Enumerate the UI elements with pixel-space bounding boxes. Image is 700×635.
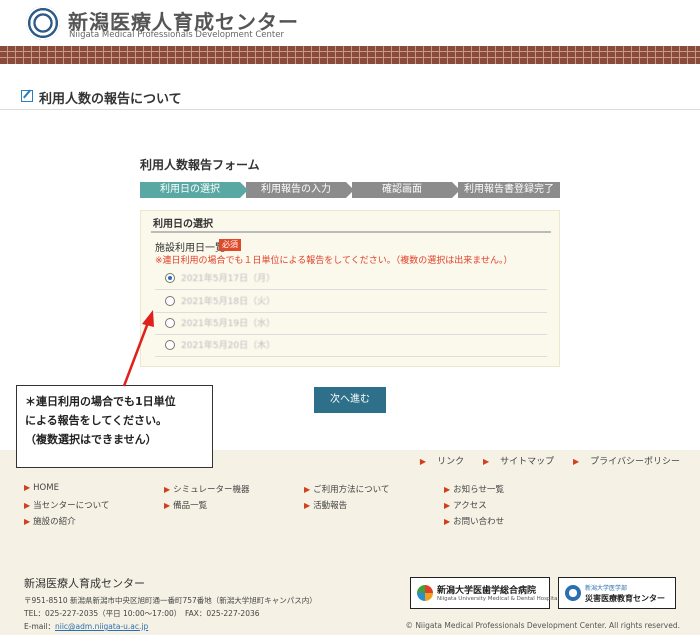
nav-label[interactable]: お知らせ一覧 xyxy=(453,485,504,495)
notice-text: ※連日利用の場合でも１日単位による報告をしてください。（複数の選択は出来ません。… xyxy=(155,256,513,266)
annotation-callout: ＊連日利用の場合でも1日単位 による報告をしてください。 （複数選択はできません… xyxy=(16,385,213,468)
site-header: 新潟医療人育成センター Niigata Medical Professional… xyxy=(0,0,700,46)
logo-seal-icon[interactable] xyxy=(26,6,60,40)
email-label: E-mail： xyxy=(24,622,56,631)
triangle-right-icon: ▶ xyxy=(24,517,31,526)
step-label: 確認画面 xyxy=(382,184,422,195)
footer-nav-about[interactable]: ▶ 当センターについて xyxy=(24,499,109,511)
email-link[interactable]: niic@adm.niigata-u.ac.jp xyxy=(55,622,148,631)
banner-subtitle: 新潟大学医学部 xyxy=(585,585,628,592)
banner-disaster-medicine[interactable]: 災害医療教育センター 新潟大学医学部 xyxy=(558,577,676,609)
footer-nav-simulators[interactable]: ▶ シミュレーター機器 xyxy=(164,483,250,495)
banner-university-hospital[interactable]: 新潟大学医歯学総合病院 Niigata University Medical &… xyxy=(410,577,559,609)
nav-label[interactable]: ご利用方法について xyxy=(313,485,389,495)
radio-button-checked[interactable] xyxy=(165,273,175,283)
step-label: 利用報告書登録完了 xyxy=(464,184,554,195)
step-input-report: 利用報告の入力 xyxy=(246,182,354,198)
step-arrow-icon xyxy=(240,182,248,198)
nav-label[interactable]: 施設の紹介 xyxy=(33,517,76,527)
radio-button[interactable] xyxy=(165,318,175,328)
triangle-right-icon: ▶ xyxy=(164,485,171,494)
footer-link-links[interactable]: ▶ リンク xyxy=(412,457,464,467)
required-badge: 必須 xyxy=(219,239,241,251)
callout-line: による報告をしてください。 xyxy=(25,414,168,427)
footer-nav-facilities[interactable]: ▶ 施設の紹介 xyxy=(24,515,76,527)
triangle-right-icon: ▶ xyxy=(444,517,451,526)
triangle-right-icon: ▶ xyxy=(444,501,451,510)
disaster-center-logo-icon xyxy=(565,585,581,601)
site-footer: ▶ リンク ▶ サイトマップ ▶ プライバシーポリシー ▶ HOME ▶ 当センターについ… xyxy=(0,450,700,635)
link-label[interactable]: サイトマップ xyxy=(500,457,554,467)
copyright: © Niigata Medical Professionals Developm… xyxy=(405,621,680,630)
footer-email-row: E-mail：niic@adm.niigata-u.ac.jp xyxy=(24,621,148,632)
triangle-right-icon: ▶ xyxy=(482,457,490,466)
step-arrow-icon xyxy=(346,182,354,198)
step-complete: 利用報告書登録完了 xyxy=(458,182,560,198)
radio-button[interactable] xyxy=(165,296,175,306)
step-arrow-icon xyxy=(452,182,460,198)
footer-nav-access[interactable]: ▶ アクセス xyxy=(444,499,487,511)
step-select-date: 利用日の選択 xyxy=(140,182,248,198)
triangle-right-icon: ▶ xyxy=(419,457,427,466)
footer-utility-links: ▶ リンク ▶ サイトマップ ▶ プライバシーポリシー xyxy=(404,454,680,467)
step-confirm: 確認画面 xyxy=(352,182,460,198)
footer-nav-contact[interactable]: ▶ お問い合わせ xyxy=(444,515,504,527)
footer-nav-activities[interactable]: ▶ 活動報告 xyxy=(304,499,347,511)
radio-button[interactable] xyxy=(165,340,175,350)
edit-icon xyxy=(21,90,33,102)
link-label[interactable]: プライバシーポリシー xyxy=(590,457,680,467)
footer-address: 〒951-8510 新潟県新潟市中央区旭町通一番町757番地（新潟大学旭町キャン… xyxy=(24,596,317,605)
footer-nav-home[interactable]: ▶ HOME xyxy=(24,483,59,493)
triangle-right-icon: ▶ xyxy=(24,501,31,510)
link-label[interactable]: リンク xyxy=(437,457,464,467)
callout-line: ＊連日利用の場合でも1日単位 xyxy=(25,395,176,408)
triangle-right-icon: ▶ xyxy=(573,457,580,466)
nav-label[interactable]: 当センターについて xyxy=(33,501,109,511)
next-button[interactable]: 次へ進む xyxy=(314,387,386,413)
nav-label[interactable]: 備品一覧 xyxy=(173,501,207,511)
footer-link-privacy[interactable]: ▶ プライバシーポリシー xyxy=(565,457,680,467)
hospital-logo-icon xyxy=(417,585,433,601)
panel-heading: 利用日の選択 xyxy=(153,219,213,230)
nav-label[interactable]: アクセス xyxy=(453,501,487,511)
nav-label[interactable]: お問い合わせ xyxy=(453,517,504,527)
footer-link-sitemap[interactable]: ▶ サイトマップ xyxy=(475,457,554,467)
date-option-label[interactable]: 2021年5月20日（木） xyxy=(181,338,275,351)
page-title-bar: 利用人数の報告について xyxy=(0,84,700,110)
footer-nav-equipment[interactable]: ▶ 備品一覧 xyxy=(164,499,207,511)
nav-label[interactable]: 活動報告 xyxy=(313,501,347,511)
date-option-label[interactable]: 2021年5月18日（火） xyxy=(181,294,275,307)
option-divider xyxy=(155,312,547,313)
page-title: 利用人数の報告について xyxy=(39,92,182,107)
site-subtitle: Niigata Medical Professionals Developmen… xyxy=(69,30,284,40)
field-label: 施設利用日一覧 xyxy=(155,243,225,254)
step-label: 利用日の選択 xyxy=(160,184,220,195)
panel-divider xyxy=(151,231,551,233)
nav-label[interactable]: HOME xyxy=(33,483,59,493)
footer-nav-news[interactable]: ▶ お知らせ一覧 xyxy=(444,483,504,495)
form-heading: 利用人数報告フォーム xyxy=(140,158,260,172)
step-label: 利用報告の入力 xyxy=(261,184,331,195)
banner-subtitle: Niigata University Medical & Dental Hosp… xyxy=(437,596,560,602)
banner-title: 新潟大学医歯学総合病院 xyxy=(437,586,537,596)
date-option-label[interactable]: 2021年5月19日（水） xyxy=(181,316,275,329)
callout-line: （複数選択はできません） xyxy=(25,433,157,446)
footer-org-name: 新潟医療人育成センター xyxy=(24,577,145,590)
triangle-right-icon: ▶ xyxy=(444,485,451,494)
footer-nav-usage[interactable]: ▶ ご利用方法について xyxy=(304,483,389,495)
date-selection-panel: 利用日の選択 施設利用日一覧 必須 ※連日利用の場合でも１日単位による報告をして… xyxy=(140,210,560,367)
triangle-right-icon: ▶ xyxy=(164,501,171,510)
triangle-right-icon: ▶ xyxy=(304,485,311,494)
footer-phone: TEL：025-227-2035（平日 10:00〜17:00） FAX：025… xyxy=(24,609,260,618)
triangle-right-icon: ▶ xyxy=(24,483,31,492)
decorative-brick-band xyxy=(0,46,700,64)
nav-label[interactable]: シミュレーター機器 xyxy=(173,485,249,495)
option-divider xyxy=(155,356,547,357)
progress-steps: 利用日の選択 利用報告の入力 確認画面 利用報告書登録完了 xyxy=(140,182,560,198)
option-divider xyxy=(155,334,547,335)
date-option-label[interactable]: 2021年5月17日（月） xyxy=(181,271,275,284)
triangle-right-icon: ▶ xyxy=(304,501,311,510)
option-divider xyxy=(155,289,547,290)
banner-title: 災害医療教育センター xyxy=(585,594,665,603)
